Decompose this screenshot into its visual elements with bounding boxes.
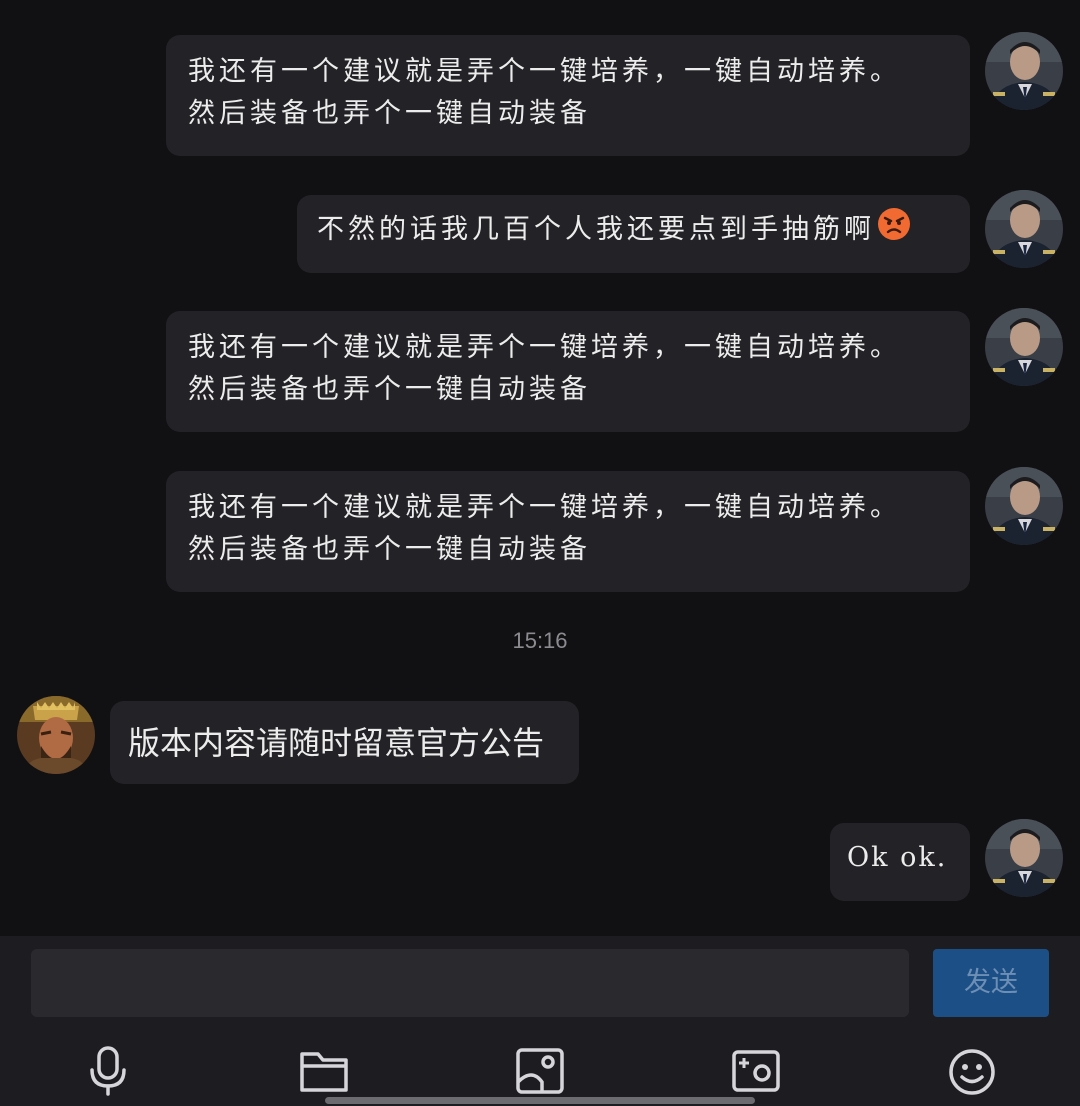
composer-bar: 发送 xyxy=(0,936,1080,1106)
user-avatar[interactable] xyxy=(985,819,1063,897)
avatar-image xyxy=(985,819,1063,897)
message-bubble[interactable]: 我还有一个建议就是弄个一键培养，一键自动培养。 然后装备也弄个一键自动装备 xyxy=(166,471,970,592)
message-timestamp: 15:16 xyxy=(512,628,568,653)
emoji-icon[interactable] xyxy=(944,1042,1000,1098)
message-bubble[interactable]: 我还有一个建议就是弄个一键培养，一键自动培养。 然后装备也弄个一键自动装备 xyxy=(166,311,970,432)
message-text: 版本内容请随时留意官方公告 xyxy=(128,725,545,761)
message-text-line: 然后装备也弄个一键自动装备 xyxy=(188,534,591,565)
message-text: Ok ok. xyxy=(847,842,948,873)
message-text-line: 然后装备也弄个一键自动装备 xyxy=(188,374,591,405)
user-avatar[interactable] xyxy=(985,467,1063,545)
image-icon[interactable] xyxy=(512,1042,568,1098)
avatar-image xyxy=(17,696,95,774)
message-text-line: 我还有一个建议就是弄个一键培养，一键自动培养。 xyxy=(188,56,901,87)
send-button[interactable]: 发送 xyxy=(933,949,1049,1017)
avatar-image xyxy=(985,32,1063,110)
message-input[interactable] xyxy=(31,949,909,1017)
message-text-line: 然后装备也弄个一键自动装备 xyxy=(188,98,591,129)
user-avatar[interactable] xyxy=(985,190,1063,268)
avatar-image xyxy=(985,190,1063,268)
contact-avatar[interactable] xyxy=(17,696,95,774)
message-bubble[interactable]: 不然的话我几百个人我还要点到手抽筋啊 xyxy=(297,195,970,273)
user-avatar[interactable] xyxy=(985,308,1063,386)
angry-face-emoji xyxy=(877,207,911,254)
message-text-line: 我还有一个建议就是弄个一键培养，一键自动培养。 xyxy=(188,492,901,523)
avatar-image xyxy=(985,467,1063,545)
microphone-icon[interactable] xyxy=(80,1042,136,1098)
message-bubble[interactable]: 版本内容请随时留意官方公告 xyxy=(110,701,579,784)
avatar-image xyxy=(985,308,1063,386)
user-avatar[interactable] xyxy=(985,32,1063,110)
camera-icon[interactable] xyxy=(728,1042,784,1098)
message-text-line: 我还有一个建议就是弄个一键培养，一键自动培养。 xyxy=(188,332,901,363)
home-indicator[interactable] xyxy=(325,1097,755,1104)
chat-area: 我还有一个建议就是弄个一键培养，一键自动培养。 然后装备也弄个一键自动装备 不然… xyxy=(0,0,1080,936)
folder-icon[interactable] xyxy=(296,1042,352,1098)
message-bubble[interactable]: Ok ok. xyxy=(830,823,970,901)
message-text: 不然的话我几百个人我还要点到手抽筋啊 xyxy=(317,214,875,245)
message-bubble[interactable]: 我还有一个建议就是弄个一键培养，一键自动培养。 然后装备也弄个一键自动装备 xyxy=(166,35,970,156)
